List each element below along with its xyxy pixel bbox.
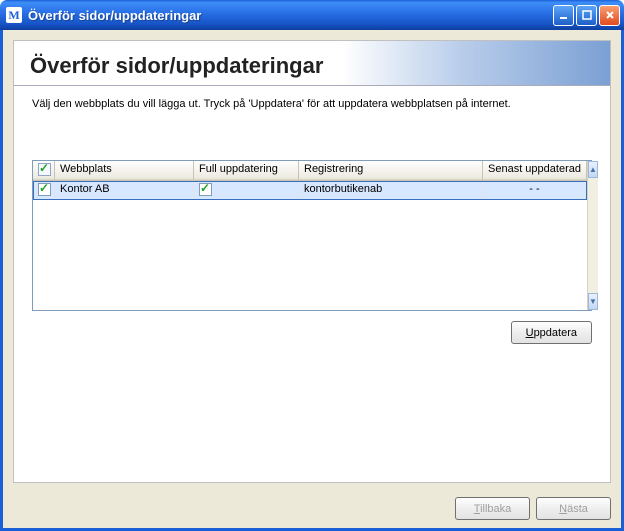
app-icon: M xyxy=(6,7,22,23)
close-button[interactable] xyxy=(599,5,620,26)
minimize-button[interactable] xyxy=(553,5,574,26)
wizard-footer: Tillbaka Nästa xyxy=(3,493,621,528)
tillbaka-button: Tillbaka xyxy=(455,497,530,520)
vertical-scrollbar[interactable]: ▲ ▼ xyxy=(587,161,598,310)
row-checkbox-cell[interactable] xyxy=(33,181,55,199)
header-webbplats[interactable]: Webbplats xyxy=(55,161,194,181)
checkbox-icon xyxy=(38,183,51,196)
content-panel: Överför sidor/uppdateringar Välj den web… xyxy=(13,40,611,483)
window-body: Överför sidor/uppdateringar Välj den web… xyxy=(0,30,624,531)
banner: Överför sidor/uppdateringar xyxy=(14,41,610,86)
header-full-uppdatering[interactable]: Full uppdatering xyxy=(194,161,299,181)
maximize-button[interactable] xyxy=(576,5,597,26)
scroll-up-button[interactable]: ▲ xyxy=(588,161,598,178)
page-heading: Överför sidor/uppdateringar xyxy=(30,53,323,79)
grid-header-row: Webbplats Full uppdatering Registrering … xyxy=(33,161,587,181)
cell-registrering: kontorbutikenab xyxy=(299,181,483,199)
table-row[interactable]: Kontor AB kontorbutikenab - - xyxy=(33,181,587,200)
cell-full-uppdatering[interactable] xyxy=(194,181,299,199)
window-title: Överför sidor/uppdateringar xyxy=(28,8,553,23)
header-checkbox-cell[interactable] xyxy=(33,161,55,181)
uppdatera-button[interactable]: Uppdatera xyxy=(511,321,592,344)
header-senast-uppdaterad[interactable]: Senast uppdaterad xyxy=(483,161,587,181)
header-registrering[interactable]: Registrering xyxy=(299,161,483,181)
nasta-button: Nästa xyxy=(536,497,611,520)
select-all-checkbox-icon xyxy=(38,163,51,176)
grid-empty-area xyxy=(33,200,587,310)
cell-webbplats: Kontor AB xyxy=(55,181,194,199)
checkbox-icon xyxy=(199,183,212,196)
cell-senast-uppdaterad: - - xyxy=(483,181,587,199)
data-grid: Webbplats Full uppdatering Registrering … xyxy=(32,160,592,311)
instruction-text: Välj den webbplats du vill lägga ut. Try… xyxy=(14,86,610,110)
title-bar: M Överför sidor/uppdateringar xyxy=(0,0,624,30)
scroll-down-button[interactable]: ▼ xyxy=(588,293,598,310)
